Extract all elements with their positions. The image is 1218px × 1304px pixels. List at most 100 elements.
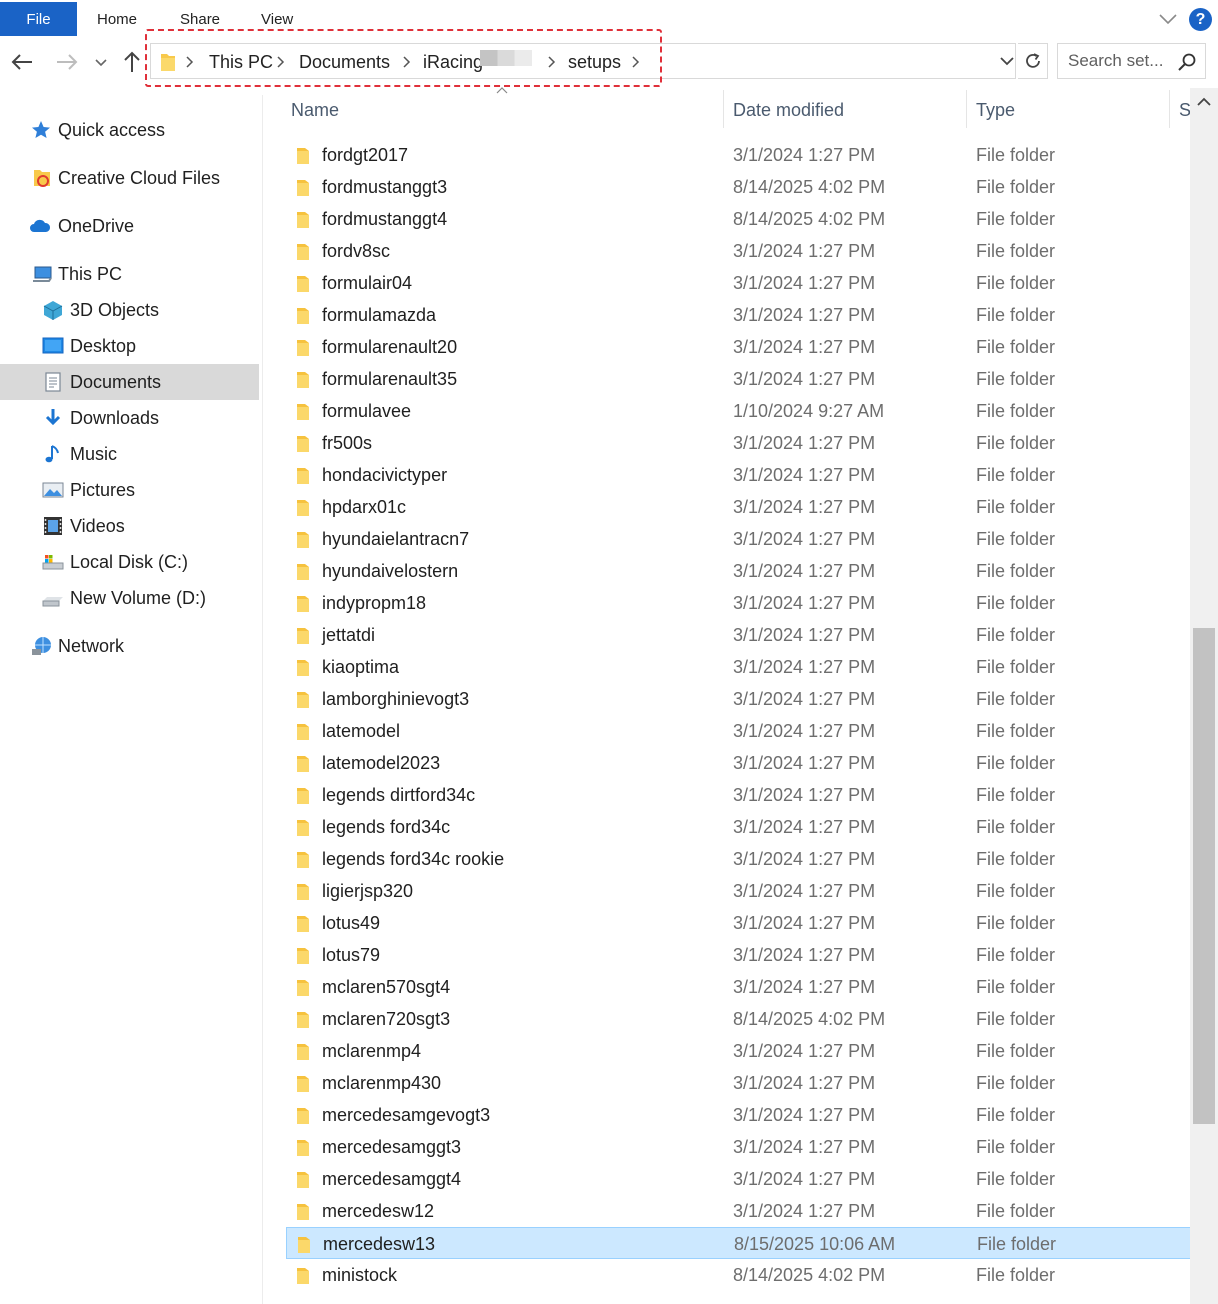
file-date-modified: 3/1/2024 1:27 PM bbox=[733, 593, 876, 613]
table-row[interactable]: hondacivictyper 3/1/2024 1:27 PM File fold… bbox=[286, 459, 1190, 491]
help-button[interactable]: ? bbox=[1189, 8, 1212, 31]
table-row[interactable]: ligierjsp320 3/1/2024 1:27 PM File folder bbox=[286, 875, 1190, 907]
file-name: formulamazda bbox=[322, 305, 437, 325]
table-row[interactable]: mercedesamggt4 3/1/2024 1:27 PM File folde… bbox=[286, 1163, 1190, 1195]
table-row[interactable]: hpdarx01c 3/1/2024 1:27 PM File folder bbox=[286, 491, 1190, 523]
file-type: File folder bbox=[976, 913, 1056, 933]
table-row[interactable]: legends ford34c 3/1/2024 1:27 PM File fold… bbox=[286, 811, 1190, 843]
ribbon-collapse-chevron-icon[interactable] bbox=[1158, 10, 1178, 28]
table-row[interactable]: fordmustanggt4 8/14/2025 4:02 PM File fold… bbox=[286, 203, 1190, 235]
table-row[interactable]: mclaren720sgt3 8/14/2025 4:02 PM File fold… bbox=[286, 1003, 1190, 1035]
file-date-modified: 3/1/2024 1:27 PM bbox=[733, 849, 876, 869]
folder-icon bbox=[297, 1012, 309, 1028]
address-history-dropdown[interactable] bbox=[996, 43, 1018, 79]
breadcrumb-documents[interactable]: Documents bbox=[299, 44, 390, 80]
sidebar-item-local-disk-c[interactable]: Local Disk (C:) bbox=[0, 544, 259, 580]
file-date-modified: 1/10/2024 9:27 AM bbox=[733, 401, 885, 421]
table-row[interactable]: legends dirtford34c 3/1/2024 1:27 PM File … bbox=[286, 779, 1190, 811]
table-row[interactable]: fr500s 3/1/2024 1:27 PM File folder bbox=[286, 427, 1190, 459]
table-row[interactable]: kiaoptima 3/1/2024 1:27 PM File folder bbox=[286, 651, 1190, 683]
tab-file[interactable]: File bbox=[0, 2, 77, 36]
table-row[interactable]: mclaren570sgt4 3/1/2024 1:27 PM File folde… bbox=[286, 971, 1190, 1003]
table-row[interactable]: formulair04 3/1/2024 1:27 PM File folder bbox=[286, 267, 1190, 299]
sidebar-item-desktop[interactable]: Desktop bbox=[0, 328, 259, 364]
search-input[interactable] bbox=[1058, 44, 1186, 78]
table-row[interactable]: hyundaivelostern 3/1/2024 1:27 PM File fol… bbox=[286, 555, 1190, 587]
table-row[interactable]: fordgt2017 3/1/2024 1:27 PM File folder bbox=[286, 139, 1190, 171]
file-name: latemodel bbox=[322, 721, 401, 741]
table-row[interactable]: fordv8sc 3/1/2024 1:27 PM File folder bbox=[286, 235, 1190, 267]
forward-button[interactable] bbox=[52, 47, 82, 77]
breadcrumb-separator-icon bbox=[631, 44, 641, 80]
sidebar-item-network[interactable]: Network bbox=[0, 628, 259, 664]
column-header-type[interactable]: Type bbox=[976, 95, 1015, 125]
table-row[interactable]: mercedesw12 3/1/2024 1:27 PM File folder bbox=[286, 1195, 1190, 1227]
file-type: File folder bbox=[976, 817, 1056, 837]
sidebar-item-label: OneDrive bbox=[58, 215, 135, 236]
table-row[interactable]: latemodel2023 3/1/2024 1:27 PM File folder bbox=[286, 747, 1190, 779]
file-name: hondacivictyper bbox=[322, 465, 448, 485]
column-divider[interactable] bbox=[723, 90, 724, 128]
search-box[interactable] bbox=[1057, 43, 1206, 79]
column-divider[interactable] bbox=[966, 90, 967, 128]
scroll-up-button[interactable] bbox=[1190, 88, 1218, 116]
breadcrumb-this-pc[interactable]: This PC bbox=[209, 44, 273, 80]
sidebar-item-creative-cloud-files[interactable]: Creative Cloud Files bbox=[0, 160, 259, 196]
table-row[interactable]: mercedesamggt3 3/1/2024 1:27 PM File folde… bbox=[286, 1131, 1190, 1163]
sidebar-item-pictures[interactable]: Pictures bbox=[0, 472, 259, 508]
table-row[interactable]: formularenault35 3/1/2024 1:27 PM File fol… bbox=[286, 363, 1190, 395]
table-row[interactable]: legends ford34c rookie 3/1/2024 1:27 PM Fi… bbox=[286, 843, 1190, 875]
file-date-modified: 3/1/2024 1:27 PM bbox=[733, 945, 876, 965]
table-row[interactable]: jettatdi 3/1/2024 1:27 PM File folder bbox=[286, 619, 1190, 651]
column-header-name[interactable]: Name bbox=[291, 95, 339, 125]
sidebar-item-quick-access[interactable]: Quick access bbox=[0, 112, 259, 148]
table-row[interactable]: lotus49 3/1/2024 1:27 PM File folder bbox=[286, 907, 1190, 939]
sidebar-item-documents[interactable]: Documents bbox=[0, 364, 259, 400]
breadcrumb-setups[interactable]: setups bbox=[568, 44, 621, 80]
search-icon[interactable] bbox=[1177, 52, 1197, 72]
table-row[interactable]: mclarenmp430 3/1/2024 1:27 PM File folder bbox=[286, 1067, 1190, 1099]
tab-share[interactable]: Share bbox=[180, 2, 220, 36]
sidebar-item-downloads[interactable]: Downloads bbox=[0, 400, 259, 436]
sidebar-item-this-pc[interactable]: This PC bbox=[0, 256, 259, 292]
address-bar[interactable]: This PC Documents iRacing setups bbox=[150, 43, 1016, 79]
refresh-button[interactable] bbox=[1018, 43, 1048, 79]
scrollbar-thumb[interactable] bbox=[1193, 628, 1215, 1124]
table-row[interactable]: mercedesamgevogt3 3/1/2024 1:27 PM File fo… bbox=[286, 1099, 1190, 1131]
sidebar-item-videos[interactable]: Videos bbox=[0, 508, 259, 544]
sidebar-item-label: Downloads bbox=[70, 407, 160, 428]
up-button[interactable] bbox=[117, 47, 147, 77]
recent-locations-button[interactable] bbox=[87, 47, 115, 77]
vertical-scrollbar[interactable] bbox=[1190, 88, 1218, 1304]
table-row[interactable]: indypropm18 3/1/2024 1:27 PM File folder bbox=[286, 587, 1190, 619]
table-row[interactable]: formulavee 1/10/2024 9:27 AM File folder bbox=[286, 395, 1190, 427]
table-row[interactable]: latemodel 3/1/2024 1:27 PM File folder bbox=[286, 715, 1190, 747]
table-row[interactable]: mercedesw13 8/15/2025 10:06 AM File folder bbox=[286, 1227, 1190, 1259]
sidebar-item-music[interactable]: Music bbox=[0, 436, 259, 472]
sidebar-item-3d-objects[interactable]: 3D Objects bbox=[0, 292, 259, 328]
column-header-size[interactable]: Si bbox=[1179, 95, 1190, 125]
table-row[interactable]: formularenault20 3/1/2024 1:27 PM File fol… bbox=[286, 331, 1190, 363]
table-row-partial[interactable] bbox=[286, 128, 1190, 139]
sidebar-item-new-volume-d[interactable]: New Volume (D:) bbox=[0, 580, 259, 616]
table-row[interactable]: lotus79 3/1/2024 1:27 PM File folder bbox=[286, 939, 1190, 971]
back-button[interactable] bbox=[7, 47, 37, 77]
column-header-date-modified[interactable]: Date modified bbox=[733, 95, 844, 125]
table-row[interactable]: mclarenmp4 3/1/2024 1:27 PM File folder bbox=[286, 1035, 1190, 1067]
table-row[interactable]: hyundaielantracn7 3/1/2024 1:27 PM File fo… bbox=[286, 523, 1190, 555]
file-type: File folder bbox=[976, 241, 1056, 261]
tab-view[interactable]: View bbox=[261, 2, 293, 36]
table-row[interactable]: formulamazda 3/1/2024 1:27 PM File folder bbox=[286, 299, 1190, 331]
file-date-modified: 3/1/2024 1:27 PM bbox=[733, 785, 876, 805]
table-row[interactable]: lamborghinievogt3 3/1/2024 1:27 PM File fo… bbox=[286, 683, 1190, 715]
table-row[interactable]: fordmustanggt3 8/14/2025 4:02 PM File fold… bbox=[286, 171, 1190, 203]
breadcrumb-iracing[interactable]: iRacing bbox=[423, 44, 483, 80]
file-type: File folder bbox=[976, 305, 1056, 325]
file-date-modified: 3/1/2024 1:27 PM bbox=[733, 561, 876, 581]
file-date-modified: 3/1/2024 1:27 PM bbox=[733, 1041, 876, 1061]
tab-home[interactable]: Home bbox=[97, 2, 137, 36]
column-divider[interactable] bbox=[1169, 90, 1170, 128]
table-row[interactable]: ministock 8/14/2025 4:02 PM File folder bbox=[286, 1259, 1190, 1291]
file-type: File folder bbox=[976, 1265, 1056, 1285]
sidebar-item-onedrive[interactable]: OneDrive bbox=[0, 208, 259, 244]
